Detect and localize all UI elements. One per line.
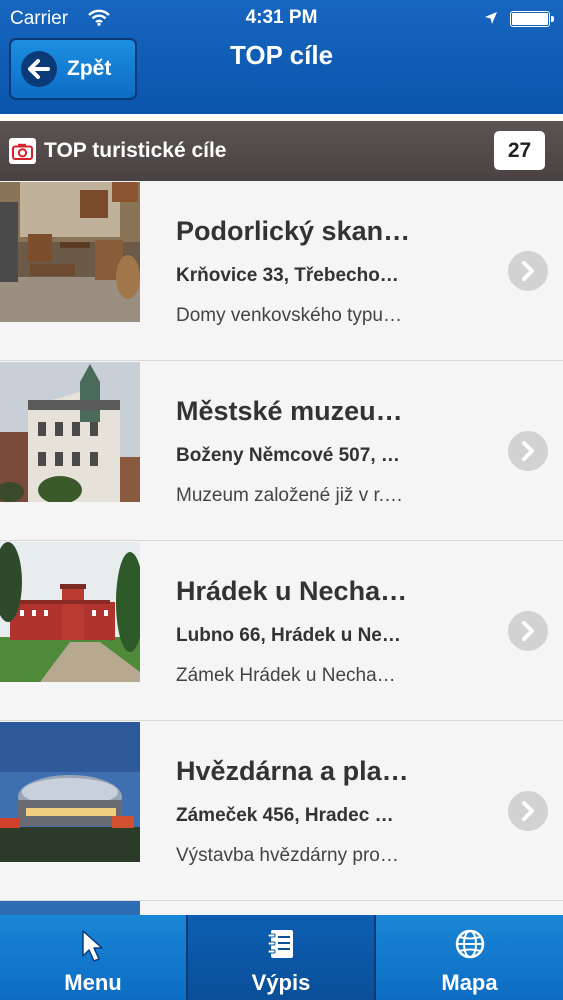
list-item[interactable]: Městské muzeu… Boženy Němcové 507, … Muz…	[0, 361, 563, 541]
tab-vypis[interactable]: Výpis	[188, 915, 376, 1000]
page-title: TOP cíle	[229, 40, 334, 70]
navigation-header: Carrier 4:31 PM Zpět TOP cíle	[0, 0, 563, 114]
item-title: Hrádek u Necha…	[176, 576, 408, 606]
tab-bar: Menu Výpis Mapa	[0, 915, 563, 1000]
chevron-right-icon[interactable]	[508, 431, 548, 471]
header-divider	[0, 114, 563, 121]
item-title: Podorlický skan…	[176, 216, 411, 246]
tab-menu[interactable]: Menu	[0, 915, 188, 1000]
chevron-right-icon[interactable]	[508, 251, 548, 291]
section-title: TOP turistické cíle	[44, 139, 227, 162]
tab-label: Menu	[64, 970, 122, 995]
tab-mapa[interactable]: Mapa	[376, 915, 563, 1000]
item-thumbnail	[0, 182, 140, 322]
item-thumbnail	[0, 901, 140, 915]
item-thumbnail	[0, 542, 140, 682]
item-description: Domy venkovského typu…	[176, 305, 402, 326]
list-item[interactable]: Hrádek u Necha… Lubno 66, Hrádek u Ne… Z…	[0, 541, 563, 721]
location-arrow-icon	[484, 11, 498, 30]
count-badge: 27	[494, 131, 545, 170]
list-item-partial[interactable]	[0, 901, 563, 915]
tab-label: Mapa	[441, 970, 498, 995]
item-address: Boženy Němcové 507, …	[176, 445, 400, 466]
status-bar: Carrier 4:31 PM	[0, 0, 563, 36]
attractions-list: Podorlický skan… Krňovice 33, Třebecho… …	[0, 181, 563, 901]
camera-icon	[9, 138, 36, 164]
item-description: Muzeum založené již v r.…	[176, 485, 404, 506]
chevron-right-icon[interactable]	[508, 791, 548, 831]
list-item[interactable]: Hvězdárna a pla… Zámeček 456, Hradec … V…	[0, 721, 563, 901]
item-description: Zámek Hrádek u Necha…	[176, 665, 396, 686]
item-address: Zámeček 456, Hradec …	[176, 805, 394, 826]
item-title: Hvězdárna a pla…	[176, 756, 409, 786]
notebook-icon	[267, 929, 295, 964]
battery-icon	[510, 11, 554, 27]
item-thumbnail	[0, 722, 140, 862]
tab-label: Výpis	[251, 970, 311, 995]
screen: Carrier 4:31 PM Zpět TOP cíle TOP turist…	[0, 0, 563, 1000]
list-item[interactable]: Podorlický skan… Krňovice 33, Třebecho… …	[0, 181, 563, 361]
chevron-right-icon[interactable]	[508, 611, 548, 651]
globe-icon	[455, 929, 485, 964]
item-address: Krňovice 33, Třebecho…	[176, 265, 399, 286]
section-header: TOP turistické cíle	[0, 121, 563, 181]
item-address: Lubno 66, Hrádek u Ne…	[176, 625, 401, 646]
item-title: Městské muzeu…	[176, 396, 403, 426]
cursor-icon	[80, 929, 106, 968]
item-description: Výstavba hvězdárny pro…	[176, 845, 399, 866]
clock: 4:31 PM	[245, 7, 318, 28]
item-thumbnail	[0, 362, 140, 502]
